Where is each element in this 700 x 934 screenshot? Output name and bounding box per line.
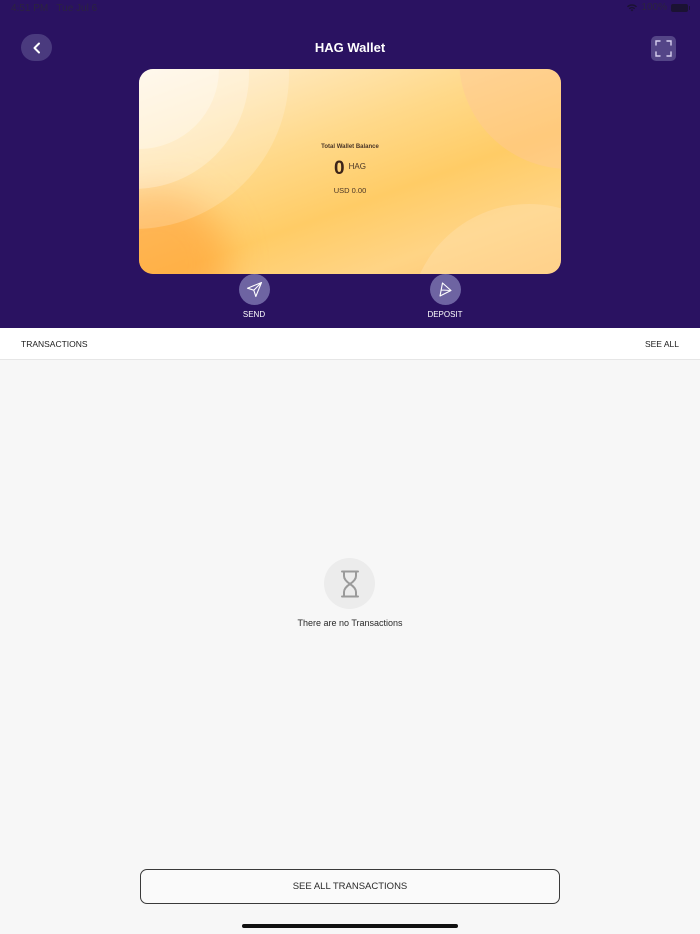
wallet-balance-card: Total Wallet Balance 0 HAG USD 0.00: [139, 69, 561, 274]
deposit-icon: [438, 282, 452, 297]
deposit-label: DEPOSIT: [427, 310, 463, 319]
scan-button[interactable]: [651, 36, 676, 61]
empty-state-message: There are no Transactions: [297, 618, 403, 628]
balance-currency: HAG: [348, 162, 366, 171]
send-button[interactable]: SEND: [224, 274, 284, 319]
battery-percent: 100%: [641, 2, 667, 13]
transactions-title: TRANSACTIONS: [21, 339, 88, 349]
home-indicator: [242, 924, 458, 928]
wallet-header: 4:51 PM Tue Jul 6 100% HAG Wallet Total …: [0, 0, 700, 328]
balance-usd: USD 0.00: [333, 186, 367, 195]
see-all-transactions-button[interactable]: SEE ALL TRANSACTIONS: [140, 869, 560, 904]
deposit-button[interactable]: DEPOSIT: [415, 274, 475, 319]
hourglass-icon: [340, 570, 359, 597]
wifi-icon: [627, 3, 638, 11]
scan-icon: [655, 40, 672, 57]
transactions-header: TRANSACTIONS SEE ALL: [0, 328, 700, 360]
page-title: HAG Wallet: [314, 40, 386, 55]
send-icon: [246, 281, 262, 298]
balance-label: Total Wallet Balance: [321, 144, 379, 150]
status-bar: 4:51 PM Tue Jul 6 100%: [0, 0, 700, 18]
balance-amount: 0: [334, 158, 345, 179]
status-time: 4:51 PM: [11, 3, 49, 14]
see-all-link[interactable]: SEE ALL: [645, 339, 679, 349]
empty-state-icon-wrapper: [324, 558, 375, 609]
status-date: Tue Jul 6: [56, 3, 98, 14]
send-label: SEND: [242, 310, 266, 319]
battery-icon: [671, 3, 690, 12]
